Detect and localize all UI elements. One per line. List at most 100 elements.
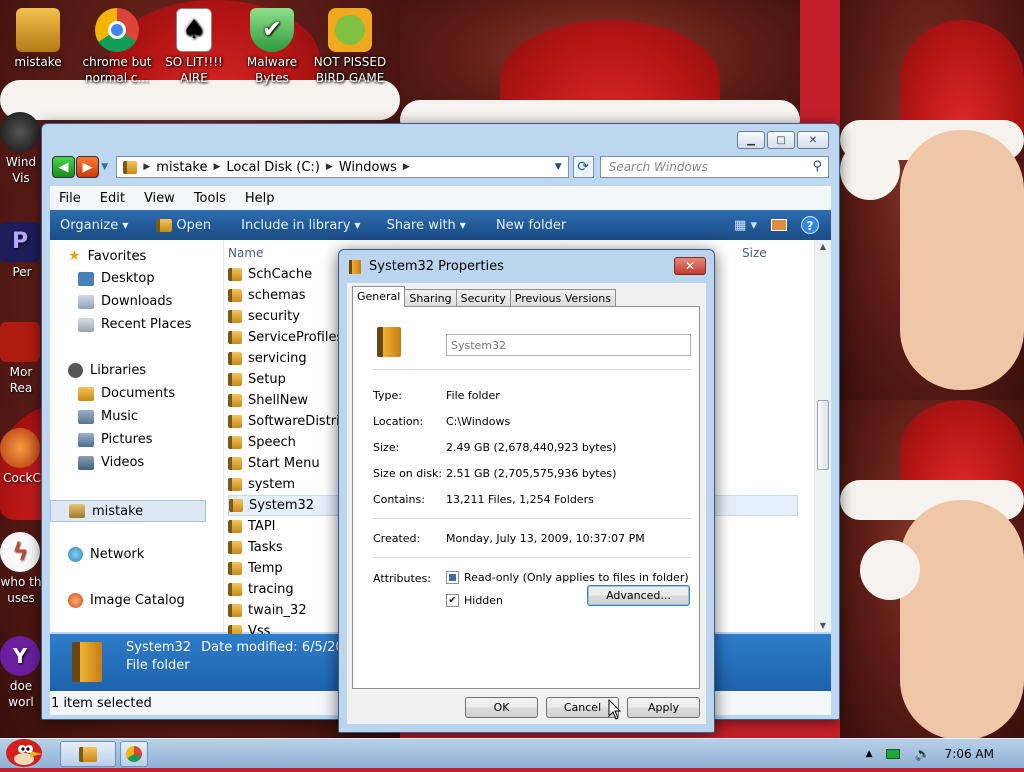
network-icon — [68, 547, 83, 562]
tab-security[interactable]: Security — [455, 289, 511, 307]
breadcrumb-item[interactable]: Windows — [339, 160, 397, 175]
nav-desktop[interactable]: Desktop — [78, 271, 155, 286]
organize-button[interactable]: Organize ▼ — [60, 218, 128, 233]
back-button[interactable]: ◀ — [52, 156, 75, 178]
start-button[interactable] — [2, 733, 48, 769]
column-header-name[interactable]: Name — [228, 246, 263, 260]
taskbar-chrome-button[interactable] — [120, 741, 148, 767]
breadcrumb-separator-icon[interactable]: ▶ — [403, 162, 410, 172]
nav-pictures[interactable]: Pictures — [78, 432, 152, 447]
scrollbar-thumb[interactable] — [817, 400, 829, 470]
preview-pane-icon[interactable] — [771, 219, 787, 231]
command-bar: Organize ▼ Open Include in library ▼ Share… — [50, 210, 831, 240]
folder-icon — [228, 289, 242, 302]
nav-downloads[interactable]: Downloads — [78, 294, 172, 309]
desktop-icon-premiere[interactable]: P Per — [0, 222, 44, 280]
nav-documents[interactable]: Documents — [78, 386, 175, 401]
desktop-icon-malwarebytes[interactable]: ✔ Malware Bytes — [234, 8, 310, 86]
star-icon: ★ — [68, 248, 81, 264]
tab-general[interactable]: General — [352, 286, 406, 307]
close-button[interactable]: ✕ — [797, 131, 829, 149]
nav-network[interactable]: Network — [68, 547, 144, 562]
nav-label: Desktop — [101, 271, 155, 286]
maximize-button[interactable]: □ — [767, 131, 795, 149]
mouse-pointer-icon — [608, 698, 622, 720]
nav-user-mistake[interactable]: mistake — [50, 500, 206, 522]
vertical-scrollbar[interactable]: ▲ ▼ — [814, 240, 831, 632]
folder-large-icon — [377, 327, 401, 357]
nav-libraries[interactable]: Libraries — [68, 363, 146, 378]
pane-splitter[interactable] — [210, 240, 224, 632]
desktop-icon-chrome[interactable]: chrome but normal c... — [79, 8, 155, 86]
checkbox-checked-icon[interactable]: ✔ — [446, 594, 459, 607]
address-dropdown-icon[interactable]: ▼ — [555, 162, 562, 172]
clock[interactable]: 7:06 AM — [945, 747, 994, 761]
ok-button[interactable]: OK — [465, 697, 538, 718]
include-in-library-button[interactable]: Include in library ▼ — [241, 218, 360, 233]
nav-label: Favorites — [87, 248, 147, 264]
menu-tools[interactable]: Tools — [194, 191, 226, 206]
desktop-icon-yahoo[interactable]: Y doe worl — [0, 636, 44, 710]
folder-icon — [228, 478, 242, 491]
volume-icon[interactable]: 🔈 — [914, 747, 930, 762]
help-icon[interactable]: ? — [801, 216, 819, 234]
breadcrumb-item[interactable]: mistake — [156, 160, 207, 175]
breadcrumb-item[interactable]: Local Disk (C:) — [226, 160, 319, 175]
recent-pages-dropdown[interactable]: ▼ — [99, 162, 110, 172]
nav-favorites[interactable]: ★ Favorites — [68, 248, 146, 264]
minimize-button[interactable]: ▁ — [737, 131, 765, 149]
menu-file[interactable]: File — [59, 191, 81, 206]
forward-button[interactable]: ▶ — [75, 156, 99, 178]
close-icon: ✕ — [808, 134, 818, 146]
scroll-down-icon[interactable]: ▼ — [815, 621, 831, 630]
menu-help[interactable]: Help — [245, 191, 275, 206]
breadcrumb-separator-icon[interactable]: ▶ — [326, 162, 333, 172]
column-header-size[interactable]: Size — [742, 246, 767, 260]
desktop-icon-pdf-reader[interactable]: Mor Rea — [0, 322, 44, 396]
desktop-icon-windows-vista[interactable]: Wind Vis — [0, 112, 44, 186]
open-button[interactable]: Open — [156, 218, 211, 233]
menu-bar: File Edit View Tools Help — [50, 186, 831, 210]
file-name: System32 — [249, 498, 315, 513]
nav-recent-places[interactable]: Recent Places — [78, 317, 191, 332]
nav-label: mistake — [92, 503, 144, 519]
tab-previous-versions[interactable]: Previous Versions — [509, 289, 616, 307]
menu-edit[interactable]: Edit — [100, 191, 125, 206]
breadcrumb-separator-icon[interactable]: ▶ — [213, 162, 220, 172]
nav-videos[interactable]: Videos — [78, 455, 144, 470]
hidden-checkbox[interactable]: ✔ Hidden — [446, 594, 503, 607]
change-view-icon[interactable]: ▦ ▾ — [734, 218, 757, 233]
desktop-icon-solitaire[interactable]: ♠ SO LIT!!!! AIRE — [156, 8, 232, 86]
scroll-up-icon[interactable]: ▲ — [815, 242, 831, 251]
address-bar[interactable]: ▶ mistake ▶ Local Disk (C:) ▶ Windows ▶ … — [116, 156, 569, 178]
tab-sharing[interactable]: Sharing — [404, 289, 457, 307]
menu-view[interactable]: View — [144, 191, 175, 206]
folder-name-field[interactable] — [446, 334, 691, 356]
desktop-icon-bird-game[interactable]: NOT PISSED BIRD GAME — [312, 8, 388, 86]
breadcrumb-separator-icon[interactable]: ▶ — [143, 162, 150, 172]
battery-icon[interactable] — [886, 749, 901, 759]
desktop-icon-cockc[interactable]: CockC — [0, 428, 44, 486]
search-box[interactable]: Search Windows ⚲ — [599, 156, 829, 178]
view-controls: ▦ ▾ ? — [734, 216, 819, 234]
nav-music[interactable]: Music — [78, 409, 138, 424]
checkbox-indeterminate-icon[interactable] — [446, 571, 459, 584]
desktop-icon-label: Malware Bytes — [246, 55, 298, 85]
desktop-icon-flash[interactable]: ϟ who th uses — [0, 532, 44, 606]
advanced-button[interactable]: Advanced... — [587, 585, 690, 606]
apply-button[interactable]: Apply — [627, 697, 700, 718]
search-icon[interactable]: ⚲ — [812, 159, 822, 174]
taskbar-explorer-button[interactable] — [60, 741, 116, 767]
file-name: TAPI — [248, 519, 276, 534]
refresh-icon: ⟳ — [577, 159, 590, 175]
dialog-close-button[interactable]: ✕ — [674, 257, 706, 275]
new-folder-button[interactable]: New folder — [496, 218, 566, 233]
desktop-icon-label: who th uses — [0, 575, 42, 605]
readonly-checkbox[interactable]: Read-only (Only applies to files in fold… — [446, 571, 689, 584]
share-with-button[interactable]: Share with ▼ — [387, 218, 466, 233]
desktop-icon-mistake[interactable]: mistake — [0, 8, 76, 70]
nav-image-catalog[interactable]: Image Catalog — [68, 593, 185, 608]
show-hidden-icons-icon[interactable]: ▲ — [866, 749, 873, 759]
recent-places-icon — [78, 317, 94, 332]
refresh-button[interactable]: ⟳ — [572, 156, 594, 178]
